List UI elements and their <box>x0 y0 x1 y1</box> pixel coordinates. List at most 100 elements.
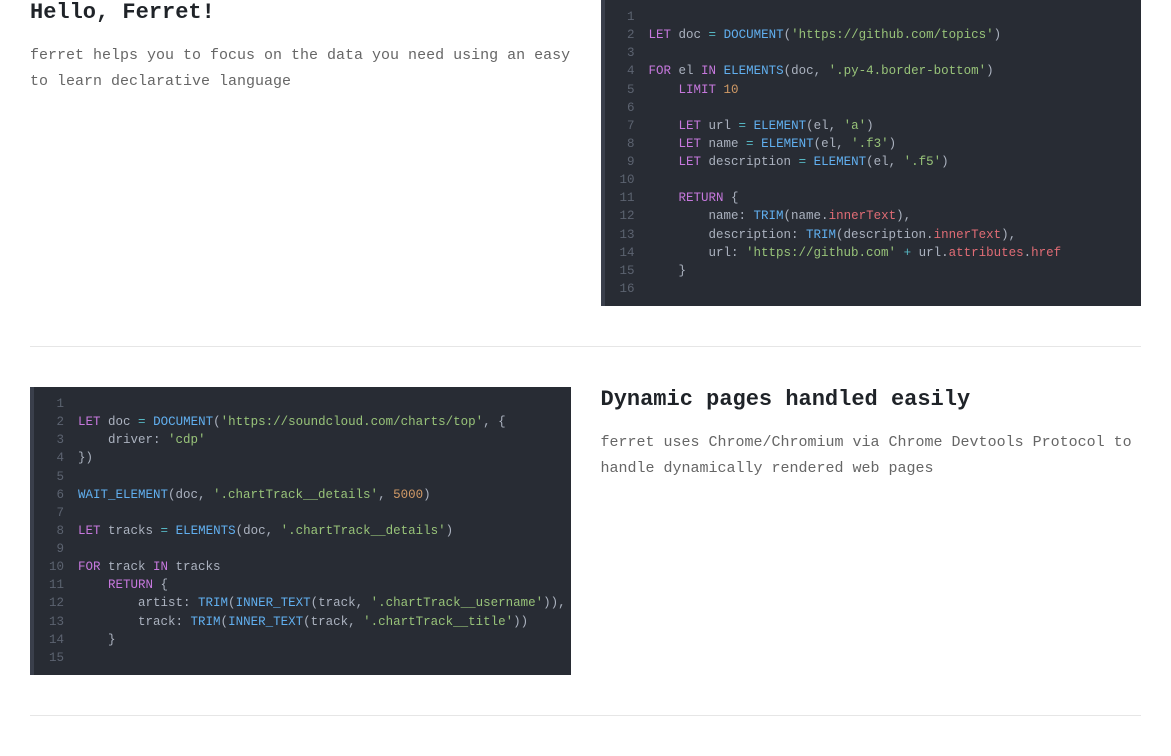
line-number: 14 <box>34 631 78 649</box>
section-dynamic: 1 2LET doc = DOCUMENT('https://soundclou… <box>30 387 1141 716</box>
code-line: 11 RETURN { <box>34 576 571 594</box>
code-line: 5 <box>34 468 571 486</box>
line-content <box>78 395 86 413</box>
code-line: 8LET tracks = ELEMENTS(doc, '.chartTrack… <box>34 522 571 540</box>
line-number: 16 <box>605 280 649 298</box>
code-line: 11 RETURN { <box>605 189 1142 207</box>
section-hello-title: Hello, Ferret! <box>30 0 571 25</box>
line-content <box>649 280 657 298</box>
line-content: LET doc = DOCUMENT('https://soundcloud.c… <box>78 413 506 431</box>
code-line: 5 LIMIT 10 <box>605 81 1142 99</box>
code-line: 14 } <box>34 631 571 649</box>
line-content: track: TRIM(INNER_TEXT(track, '.chartTra… <box>78 613 528 631</box>
code-line: 7 LET url = ELEMENT(el, 'a') <box>605 117 1142 135</box>
line-content: url: 'https://github.com' + url.attribut… <box>649 244 1062 262</box>
code-block-2: 1 2LET doc = DOCUMENT('https://soundclou… <box>30 387 571 675</box>
line-number: 7 <box>34 504 78 522</box>
line-content: FOR track IN tracks <box>78 558 221 576</box>
line-content: driver: 'cdp' <box>78 431 206 449</box>
line-number: 12 <box>34 594 78 612</box>
code-line: 13 description: TRIM(description.innerTe… <box>605 226 1142 244</box>
code-line: 12 name: TRIM(name.innerText), <box>605 207 1142 225</box>
line-number: 9 <box>605 153 649 171</box>
line-number: 8 <box>34 522 78 540</box>
line-number: 13 <box>605 226 649 244</box>
section-dynamic-desc: ferret uses Chrome/Chromium via Chrome D… <box>601 430 1142 481</box>
line-number: 7 <box>605 117 649 135</box>
line-number: 15 <box>605 262 649 280</box>
line-number: 10 <box>605 171 649 189</box>
line-number: 3 <box>34 431 78 449</box>
line-number: 2 <box>34 413 78 431</box>
line-number: 8 <box>605 135 649 153</box>
line-number: 1 <box>34 395 78 413</box>
line-content: LET description = ELEMENT(el, '.f5') <box>649 153 949 171</box>
code-line: 3 <box>605 44 1142 62</box>
line-number: 6 <box>34 486 78 504</box>
line-content: } <box>649 262 687 280</box>
line-content <box>78 540 86 558</box>
line-number: 14 <box>605 244 649 262</box>
code-block-1: 1 2LET doc = DOCUMENT('https://github.co… <box>601 0 1142 306</box>
line-number: 5 <box>34 468 78 486</box>
code-line: 12 artist: TRIM(INNER_TEXT(track, '.char… <box>34 594 571 612</box>
line-number: 11 <box>34 576 78 594</box>
line-content: LET doc = DOCUMENT('https://github.com/t… <box>649 26 1002 44</box>
code-line: 6WAIT_ELEMENT(doc, '.chartTrack__details… <box>34 486 571 504</box>
line-number: 6 <box>605 99 649 117</box>
line-content <box>649 171 657 189</box>
code-line: 2LET doc = DOCUMENT('https://soundcloud.… <box>34 413 571 431</box>
line-content: FOR el IN ELEMENTS(doc, '.py-4.border-bo… <box>649 62 994 80</box>
line-content: LET url = ELEMENT(el, 'a') <box>649 117 874 135</box>
line-content: WAIT_ELEMENT(doc, '.chartTrack__details'… <box>78 486 431 504</box>
line-content <box>649 8 657 26</box>
line-number: 12 <box>605 207 649 225</box>
line-number: 5 <box>605 81 649 99</box>
code-line: 14 url: 'https://github.com' + url.attri… <box>605 244 1142 262</box>
code-line: 6 <box>605 99 1142 117</box>
code-line: 9 <box>34 540 571 558</box>
line-content: LIMIT 10 <box>649 81 739 99</box>
line-number: 4 <box>34 449 78 467</box>
line-number: 2 <box>605 26 649 44</box>
code-line: 2LET doc = DOCUMENT('https://github.com/… <box>605 26 1142 44</box>
line-number: 10 <box>34 558 78 576</box>
code-line: 10FOR track IN tracks <box>34 558 571 576</box>
code-line: 1 <box>605 8 1142 26</box>
line-content: RETURN { <box>649 189 739 207</box>
code-line: 4}) <box>34 449 571 467</box>
line-content: description: TRIM(description.innerText)… <box>649 226 1017 244</box>
code-line: 7 <box>34 504 571 522</box>
line-content <box>649 44 657 62</box>
line-content <box>78 504 86 522</box>
section-hello-text: Hello, Ferret! ferret helps you to focus… <box>30 0 571 94</box>
line-number: 11 <box>605 189 649 207</box>
code-line: 15 } <box>605 262 1142 280</box>
code-line: 4FOR el IN ELEMENTS(doc, '.py-4.border-b… <box>605 62 1142 80</box>
line-number: 3 <box>605 44 649 62</box>
code-line: 8 LET name = ELEMENT(el, '.f3') <box>605 135 1142 153</box>
line-content: } <box>78 631 116 649</box>
line-content: RETURN { <box>78 576 168 594</box>
code-line: 9 LET description = ELEMENT(el, '.f5') <box>605 153 1142 171</box>
line-content <box>78 468 86 486</box>
section-dynamic-title: Dynamic pages handled easily <box>601 387 1142 412</box>
line-content: artist: TRIM(INNER_TEXT(track, '.chartTr… <box>78 594 566 612</box>
code-line: 1 <box>34 395 571 413</box>
section-hello: Hello, Ferret! ferret helps you to focus… <box>30 0 1141 347</box>
line-content <box>78 649 86 667</box>
line-number: 13 <box>34 613 78 631</box>
line-content: name: TRIM(name.innerText), <box>649 207 912 225</box>
line-number: 4 <box>605 62 649 80</box>
code-line: 13 track: TRIM(INNER_TEXT(track, '.chart… <box>34 613 571 631</box>
line-number: 9 <box>34 540 78 558</box>
section-dynamic-code: 1 2LET doc = DOCUMENT('https://soundclou… <box>30 387 571 675</box>
line-content: LET tracks = ELEMENTS(doc, '.chartTrack_… <box>78 522 453 540</box>
section-dynamic-text: Dynamic pages handled easily ferret uses… <box>601 387 1142 481</box>
line-content: }) <box>78 449 93 467</box>
line-number: 15 <box>34 649 78 667</box>
line-number: 1 <box>605 8 649 26</box>
code-line: 15 <box>34 649 571 667</box>
code-line: 10 <box>605 171 1142 189</box>
section-hello-code: 1 2LET doc = DOCUMENT('https://github.co… <box>601 0 1142 306</box>
